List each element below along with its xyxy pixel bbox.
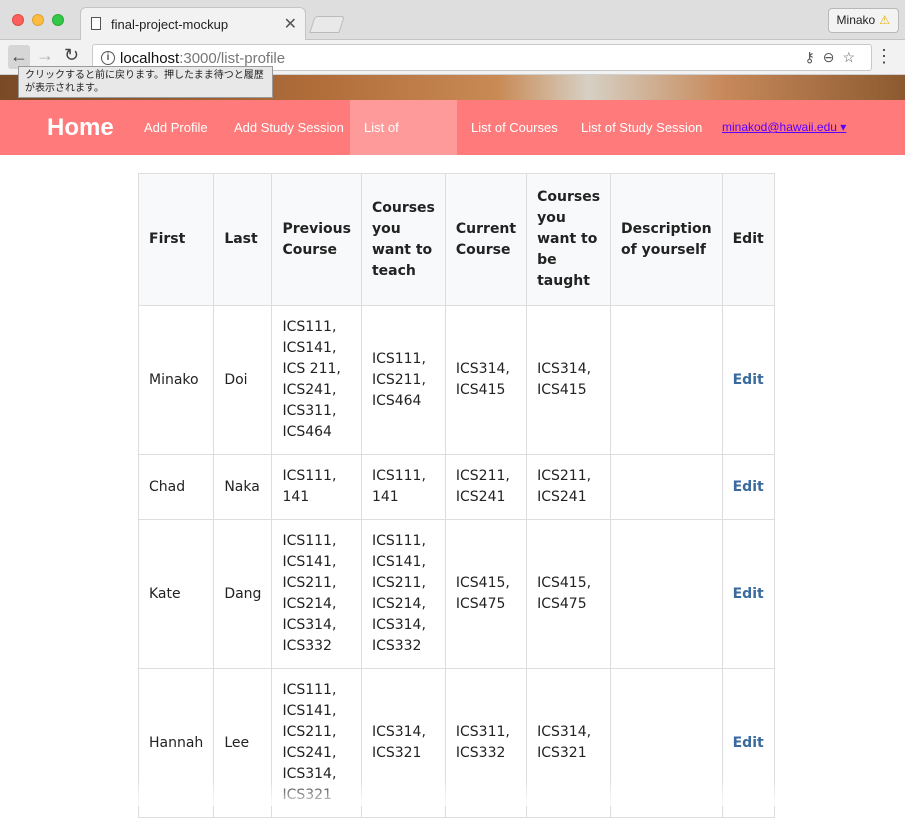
table-row: Kate Dang ICS111, ICS141, ICS211, ICS214…: [137, 519, 775, 669]
forward-arrow-icon[interactable]: →: [36, 45, 54, 66]
cell-description: [610, 519, 723, 669]
header-last: Last: [213, 173, 273, 306]
cell-first: Minako: [137, 305, 215, 455]
header-courses-taught: Courses you want to be taught: [526, 173, 612, 306]
nav-list-of-profiles[interactable]: List of Profiles: [350, 100, 457, 190]
header-current-course: Current Course: [444, 173, 528, 306]
table-row: Hannah Lee ICS111, ICS141, ICS211, ICS24…: [137, 668, 775, 818]
table-header-row: First Last Previous Course Courses you w…: [137, 173, 775, 306]
nav-add-profile[interactable]: Add Profile: [130, 100, 222, 155]
cell-current: ICS314, ICS415: [444, 305, 528, 455]
edit-link[interactable]: Edit: [721, 305, 775, 455]
cell-current: ICS311, ICS332: [444, 668, 528, 818]
cell-last: Dang: [213, 519, 273, 669]
cell-previous: ICS111, ICS141, ICS211, ICS241, ICS314, …: [271, 668, 362, 818]
nav-list-of-courses[interactable]: List of Courses: [457, 100, 572, 155]
omnibox-icons: ⚷⊖☆: [804, 49, 863, 66]
reload-icon[interactable]: ↻: [64, 45, 79, 66]
back-tooltip: クリックすると前に戻ります。押したまま待つと履歴が表示されます。: [18, 66, 273, 98]
cell-first: Hannah: [137, 668, 215, 818]
edit-link[interactable]: Edit: [721, 454, 775, 520]
cell-first: Chad: [137, 454, 215, 520]
cell-taught: ICS211, ICS241: [526, 454, 612, 520]
cell-previous: ICS111, ICS141, ICS 211, ICS241, ICS311,…: [271, 305, 362, 455]
key-icon[interactable]: ⚷: [804, 49, 822, 65]
cell-description: [610, 668, 723, 818]
cell-last: Doi: [213, 305, 273, 455]
star-icon[interactable]: ☆: [842, 49, 863, 65]
table-row: Chad Naka ICS111, 141 ICS111, 141 ICS211…: [137, 454, 775, 520]
cell-last: Lee: [213, 668, 273, 818]
cell-previous: ICS111, 141: [271, 454, 362, 520]
cell-previous: ICS111, ICS141, ICS211, ICS214, ICS314, …: [271, 519, 362, 669]
nav-add-study-session[interactable]: Add Study Session: [220, 100, 358, 155]
cell-last: Naka: [213, 454, 273, 520]
nav-list-of-study-session[interactable]: List of Study Session: [567, 100, 716, 155]
header-edit: Edit: [721, 173, 775, 306]
close-tab-icon[interactable]: ✕: [284, 14, 297, 34]
profile-button[interactable]: Minako ⚠: [827, 8, 899, 33]
edit-link[interactable]: Edit: [721, 668, 775, 818]
brand-home-link[interactable]: Home: [47, 114, 114, 142]
minimize-window-button[interactable]: [32, 14, 44, 26]
header-courses-teach: Courses you want to teach: [360, 173, 446, 306]
profiles-table: First Last Previous Course Courses you w…: [137, 173, 775, 818]
profiles-table-container: First Last Previous Course Courses you w…: [137, 173, 775, 818]
info-icon[interactable]: i: [101, 51, 115, 65]
new-tab-button[interactable]: [309, 16, 345, 33]
header-previous-course: Previous Course: [271, 173, 362, 306]
cell-teach: ICS111, ICS211, ICS464: [360, 305, 446, 455]
url-path: :3000/list-profile: [179, 50, 286, 67]
cell-teach: ICS111, ICS141, ICS211, ICS214, ICS314, …: [360, 519, 446, 669]
table-row: Minako Doi ICS111, ICS141, ICS 211, ICS2…: [137, 305, 775, 455]
user-email: minakod@hawaii.edu: [722, 120, 837, 134]
cell-teach: ICS111, 141: [360, 454, 446, 520]
header-description: Description of yourself: [610, 173, 723, 306]
caret-down-icon: ▾: [840, 120, 847, 134]
profile-name: Minako: [836, 13, 876, 27]
zoom-icon[interactable]: ⊖: [823, 49, 843, 65]
url-host: localhost: [120, 50, 180, 67]
cell-taught: ICS415, ICS475: [526, 519, 612, 669]
cell-first: Kate: [137, 519, 215, 669]
navbar: Home Add Profile Add Study Session List …: [0, 100, 905, 190]
cell-description: [610, 454, 723, 520]
tab-title: final-project-mockup: [111, 17, 229, 32]
browser-tab-bar: final-project-mockup ✕ Minako ⚠: [0, 0, 905, 40]
browser-tab[interactable]: final-project-mockup ✕: [80, 7, 306, 40]
url-text: localhost:3000/list-profile: [120, 50, 285, 67]
cell-teach: ICS314, ICS321: [360, 668, 446, 818]
cell-taught: ICS314, ICS321: [526, 668, 612, 818]
close-window-button[interactable]: [12, 14, 24, 26]
cell-current: ICS211, ICS241: [444, 454, 528, 520]
cell-taught: ICS314, ICS415: [526, 305, 612, 455]
cell-current: ICS415, ICS475: [444, 519, 528, 669]
cell-description: [610, 305, 723, 455]
warning-icon: ⚠: [879, 13, 890, 27]
user-dropdown[interactable]: minakod@hawaii.edu ▾: [722, 120, 846, 134]
menu-icon[interactable]: ⋮: [875, 46, 893, 67]
edit-link[interactable]: Edit: [721, 519, 775, 669]
maximize-window-button[interactable]: [52, 14, 64, 26]
page-icon: [91, 17, 101, 30]
header-first: First: [137, 173, 215, 306]
